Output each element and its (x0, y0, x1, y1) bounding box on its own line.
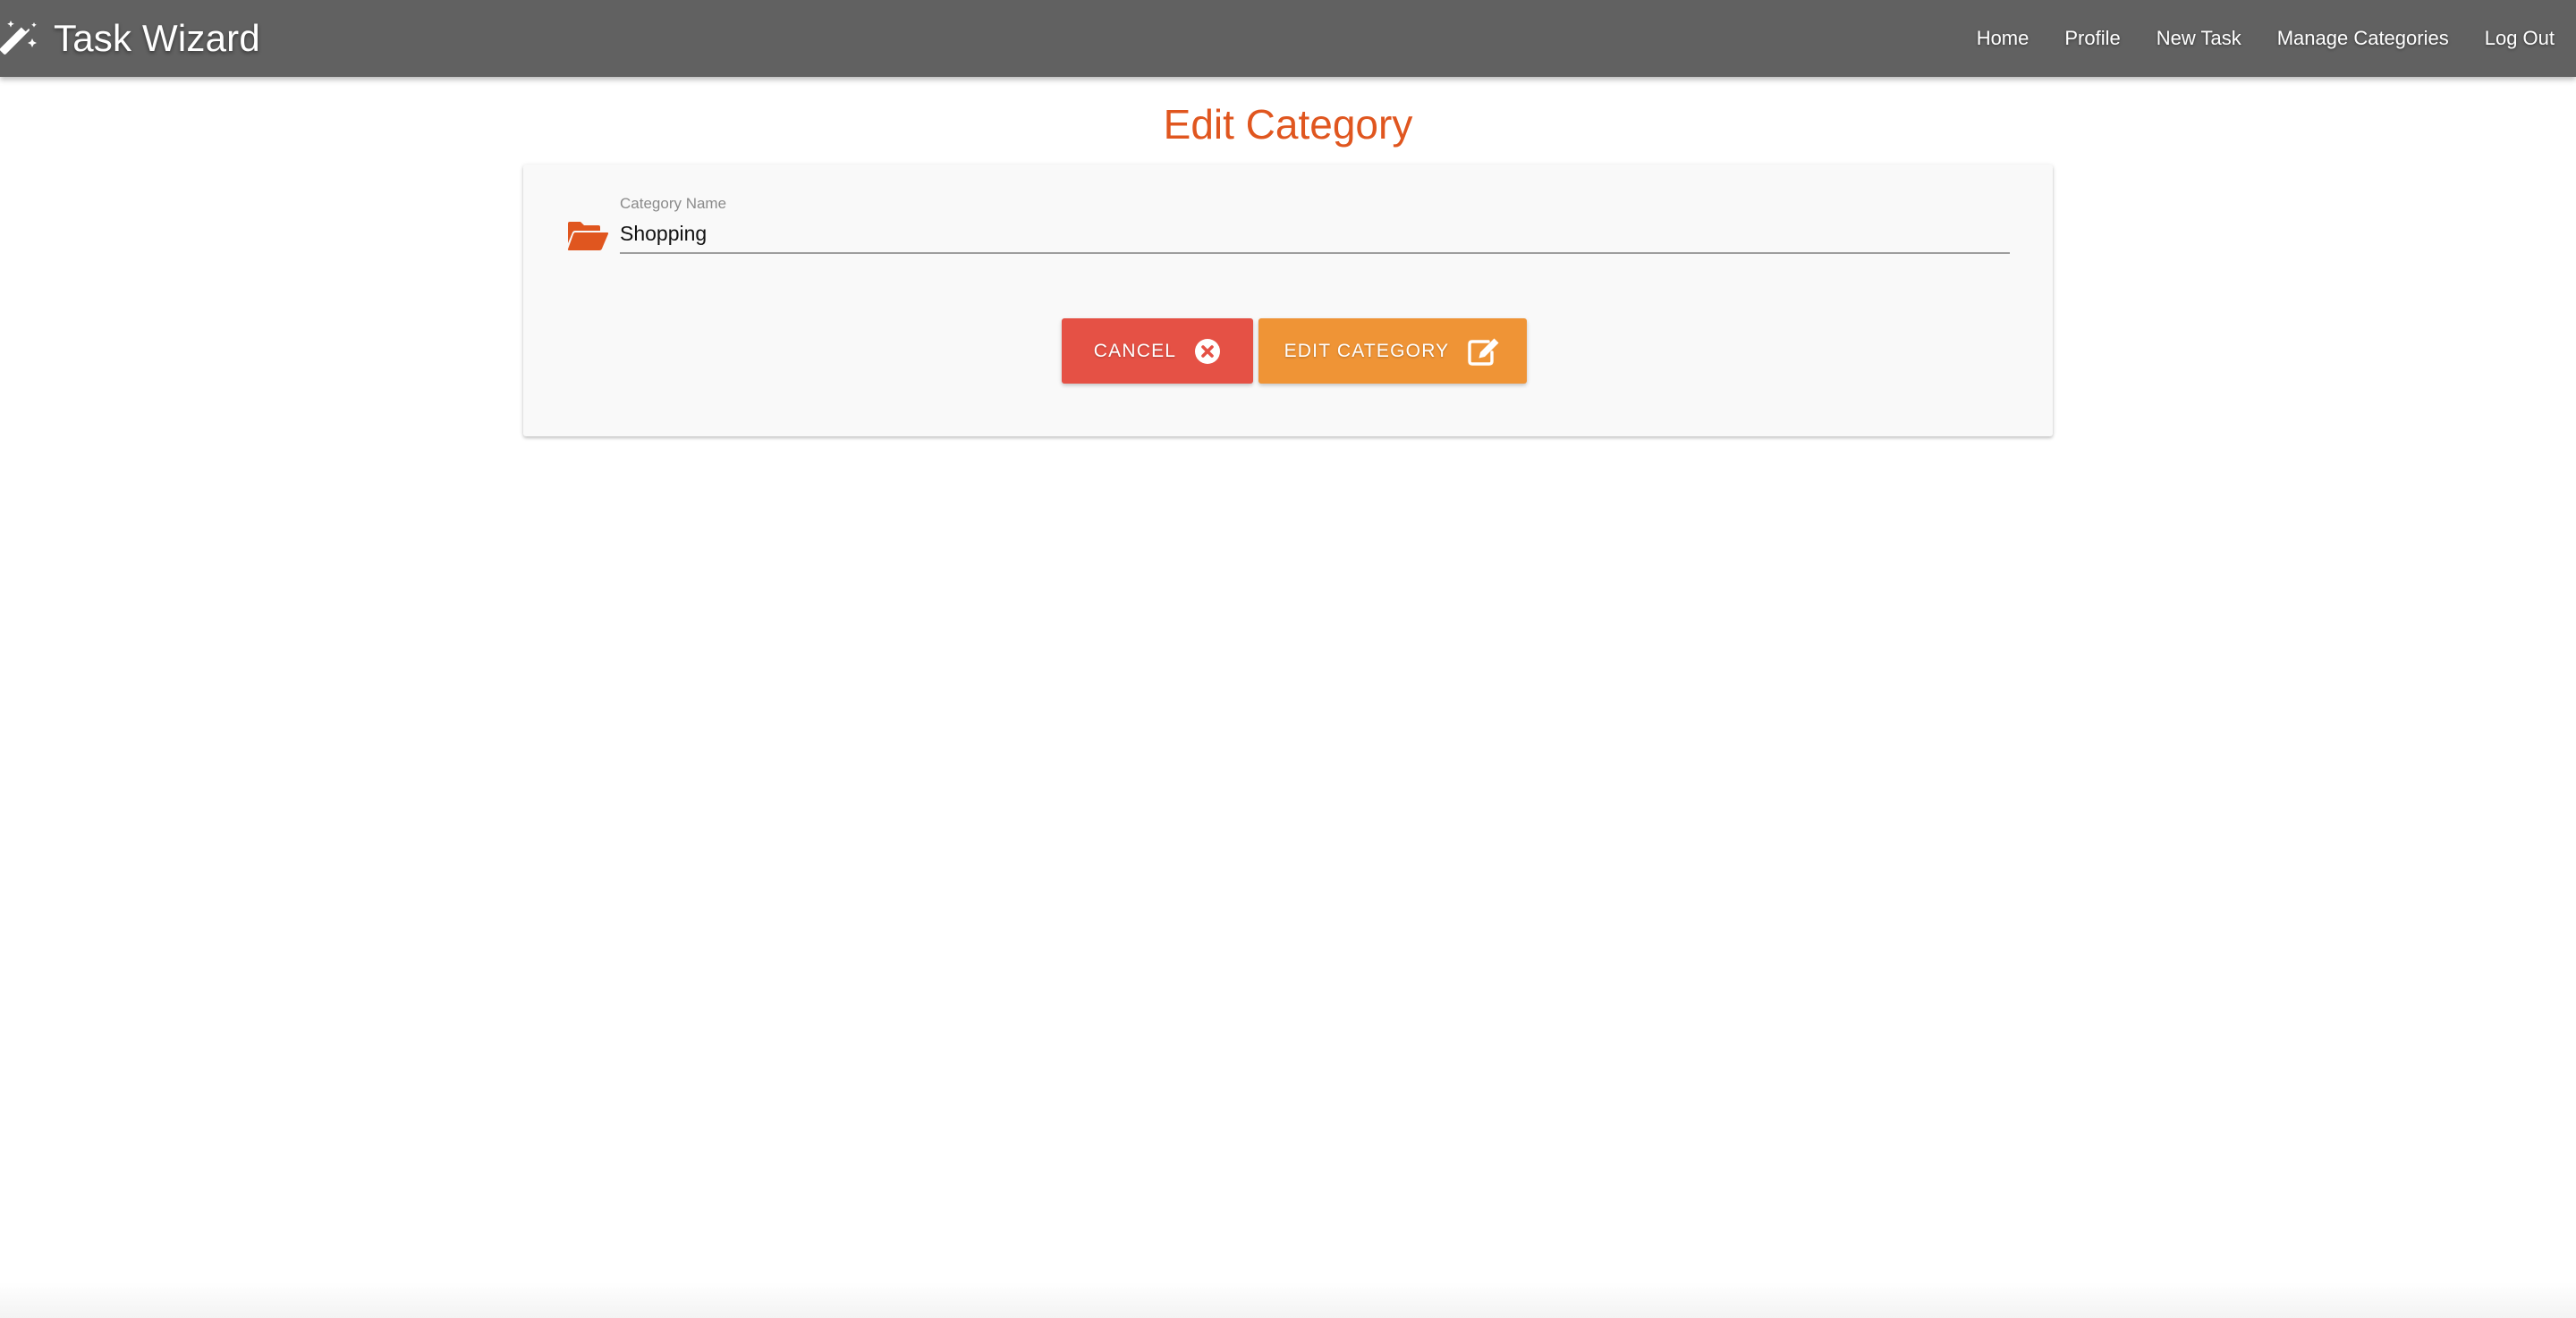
brand-link[interactable]: Task Wizard (0, 0, 260, 77)
edit-icon (1467, 336, 1501, 367)
bottom-fade (0, 1282, 2576, 1318)
nav-link-manage-categories[interactable]: Manage Categories (2259, 0, 2467, 77)
cancel-button[interactable]: Cancel (1062, 318, 1253, 384)
form-actions: Cancel Edit Category (523, 318, 2053, 384)
top-navbar: Task Wizard Home Profile New Task Manage… (0, 0, 2576, 77)
cancel-button-label: Cancel (1093, 340, 1177, 361)
nav-link-home[interactable]: Home (1959, 0, 2047, 77)
nav-link-log-out[interactable]: Log Out (2467, 0, 2572, 77)
edit-category-button[interactable]: Edit Category (1258, 318, 1527, 384)
edit-category-button-label: Edit Category (1284, 340, 1450, 361)
nav-link-new-task[interactable]: New Task (2139, 0, 2259, 77)
page-title: Edit Category (1163, 101, 1413, 148)
edit-category-card: Category Name Cancel Edit Category (523, 165, 2053, 436)
close-circle-icon (1194, 338, 1221, 365)
magic-wand-icon (0, 19, 39, 58)
category-name-label: Category Name (620, 195, 727, 212)
brand-title: Task Wizard (54, 17, 260, 59)
folder-open-icon (566, 220, 609, 252)
nav-links: Home Profile New Task Manage Categories … (1959, 0, 2576, 77)
category-name-input[interactable] (620, 215, 2010, 254)
nav-link-profile[interactable]: Profile (2046, 0, 2138, 77)
